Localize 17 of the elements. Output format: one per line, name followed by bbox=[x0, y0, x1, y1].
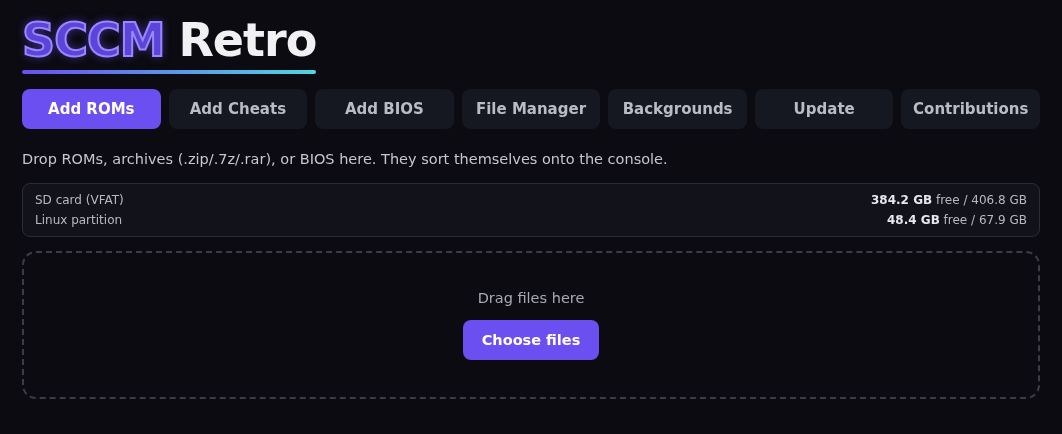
storage-usage: 48.4 GB free / 67.9 GB bbox=[887, 213, 1027, 227]
drop-zone[interactable]: Drag files here Choose files bbox=[22, 251, 1040, 399]
description: Drop ROMs, archives (.zip/.7z/.rar), or BIOS here. They sort themselves onto the console. bbox=[22, 151, 669, 167]
tab[interactable]: File Manager bbox=[461, 89, 601, 129]
storage-name: SD card (VFAT) bbox=[35, 193, 124, 207]
tab[interactable]: Backgrounds bbox=[608, 89, 747, 129]
choose-files-button[interactable]: Choose files bbox=[462, 320, 600, 360]
drop-hint: Drag files here bbox=[477, 290, 585, 306]
logo-text: Retro bbox=[178, 12, 317, 68]
tab[interactable]: Contributions bbox=[901, 89, 1041, 129]
tab[interactable]: Update bbox=[754, 89, 894, 129]
tab[interactable]: Add ROMs bbox=[22, 89, 161, 129]
storage-usage: 384.2 GB free / 406.8 GB bbox=[871, 193, 1027, 207]
tab[interactable]: Add Cheats bbox=[168, 89, 308, 129]
storage-name: Linux partition bbox=[35, 213, 123, 227]
tab[interactable]: Add BIOS bbox=[315, 89, 454, 129]
logo-accent: SCCM bbox=[22, 12, 165, 68]
